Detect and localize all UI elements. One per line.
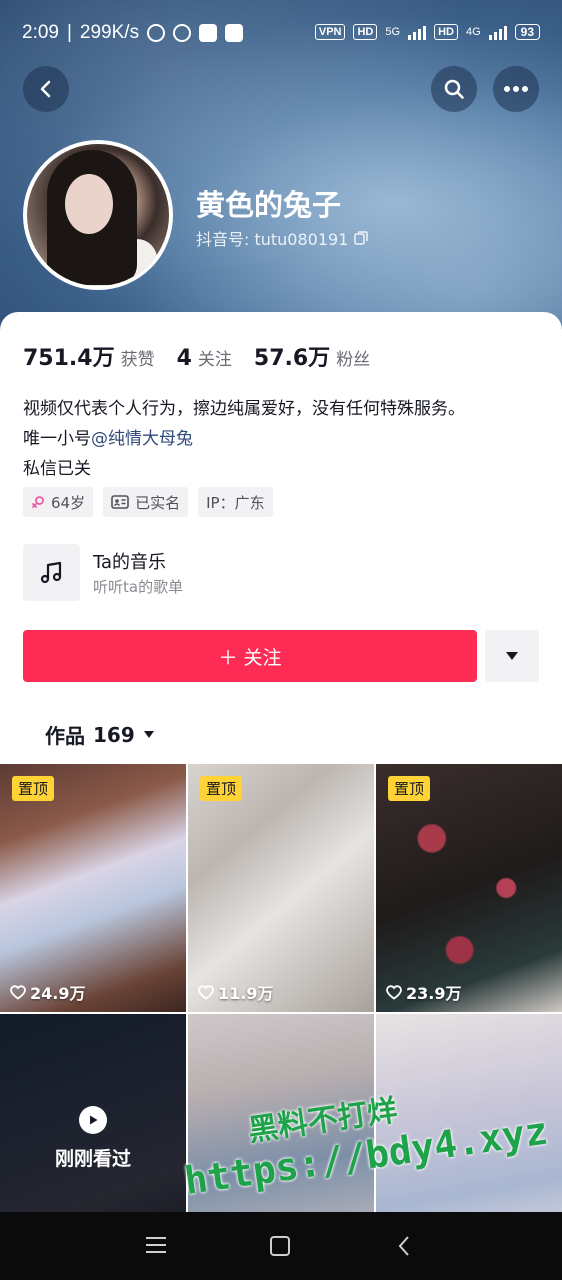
play-icon [79,1105,107,1134]
chevron-left-icon [40,80,51,98]
video-likes: 24.9万 [10,980,85,1004]
alarm-icon [173,24,192,42]
id-card-icon [111,495,129,509]
pinned-badge: 置顶 [200,776,243,801]
video-thumbnail[interactable]: 置顶 11.9万 [188,764,374,1012]
more-dots-icon [504,86,528,92]
tag-ip-text: IP：广东 [206,493,265,512]
alarm-off-icon [147,24,166,42]
follow-button[interactable]: ＋ 关注 [23,630,477,682]
video-thumbnail[interactable]: 置顶 23.9万 [376,764,562,1012]
tab-works-count: 169 [93,722,135,747]
app-notification-icon-2 [225,24,244,42]
profile-nickname: 黄色的兔子 [196,188,342,222]
network-5g: 5G [385,26,401,38]
video-thumbnail[interactable]: 置顶 24.9万 [0,764,186,1012]
stat-likes[interactable]: 751.4万 获赞 [23,340,155,372]
tab-works-label: 作品 [45,724,85,748]
pinned-badge: 置顶 [12,776,55,801]
caret-down-icon [506,652,518,660]
back-button[interactable] [23,66,69,112]
system-nav-bar [0,1212,562,1280]
bio-line-2-prefix: 唯一小号 [23,429,91,449]
stat-following-count: 4 [176,346,192,371]
hd-badge-2: HD [434,24,458,40]
home-icon[interactable] [270,1236,290,1256]
stat-likes-label: 获赞 [120,350,155,370]
caret-down-icon [143,731,154,738]
signal-icon-2 [488,24,507,40]
stat-following-label: 关注 [197,350,232,370]
tag-verified: 已实名 [103,487,189,517]
profile-tags: 64岁 已实名 IP：广东 [23,487,273,517]
hd-badge: HD [353,24,378,40]
profile-screen: 2:09 | 299K/s VPN HD 5G HD 4G 93 黄色的兔子 抖… [0,0,562,1280]
video-likes: 23.9万 [386,980,461,1004]
stat-following[interactable]: 4 关注 [177,345,232,371]
stat-likes-count: 751.4万 [23,346,115,371]
battery-indicator: 93 [514,24,540,40]
music-subtitle: 听听ta的歌单 [93,578,184,596]
video-likes-count: 11.9万 [218,984,274,1003]
profile-bio: 视频仅代表个人行为，擦边纯属爱好，没有任何特殊服务。 唯一小号@纯情大母兔 私信… [23,394,465,484]
tag-age-text: 64岁 [51,493,86,512]
bio-mention-link[interactable]: @纯情大母兔 [91,429,193,449]
status-bar: 2:09 | 299K/s VPN HD 5G HD 4G 93 [0,0,562,72]
search-button[interactable] [431,66,477,112]
copy-icon[interactable] [354,231,369,245]
nav-back-icon[interactable] [396,1234,412,1258]
tab-works[interactable]: 作品 169 [45,720,155,749]
status-speed: 299K/s [79,22,140,43]
network-4g: 4G [465,26,481,38]
menu-icon[interactable] [145,1235,167,1255]
bio-line-1: 视频仅代表个人行为，擦边纯属爱好，没有任何特殊服务。 [23,399,465,419]
music-title: Ta的音乐 [93,552,167,573]
handle-text: 抖音号: tutu080191 [196,230,349,249]
profile-stats: 751.4万 获赞 4 关注 57.6万 粉丝 [23,340,370,372]
music-entry[interactable]: Ta的音乐 听听ta的歌单 [23,544,423,602]
video-likes-count: 24.9万 [30,984,86,1003]
video-likes-count: 23.9万 [406,984,462,1003]
more-button[interactable] [493,66,539,112]
profile-handle[interactable]: 抖音号: tutu080191 [196,226,369,250]
app-notification-icon [199,24,218,42]
follow-more-button[interactable] [485,630,539,682]
bio-line-2: 唯一小号@纯情大母兔 [23,424,465,454]
heart-icon [10,984,26,1000]
tag-age: 64岁 [23,487,94,517]
status-time: 2:09 [22,22,59,43]
female-icon [32,496,44,508]
stat-followers-count: 57.6万 [253,346,331,371]
heart-icon [198,984,214,1000]
heart-icon [386,984,402,1000]
recently-watched-label: 刚刚看过 [54,1147,131,1170]
stat-followers-label: 粉丝 [336,350,371,370]
tag-ip: IP：广东 [198,487,273,517]
avatar[interactable] [23,140,173,290]
signal-icon [408,24,427,40]
search-icon [444,79,464,99]
stat-followers[interactable]: 57.6万 粉丝 [254,340,370,372]
bio-line-3: 私信已关 [23,459,91,479]
music-note-icon [40,561,61,583]
music-icon-box [23,544,80,601]
video-likes: 11.9万 [198,980,273,1004]
vpn-badge: VPN [314,24,346,40]
tag-verified-text: 已实名 [135,493,181,512]
pinned-badge: 置顶 [388,776,431,801]
